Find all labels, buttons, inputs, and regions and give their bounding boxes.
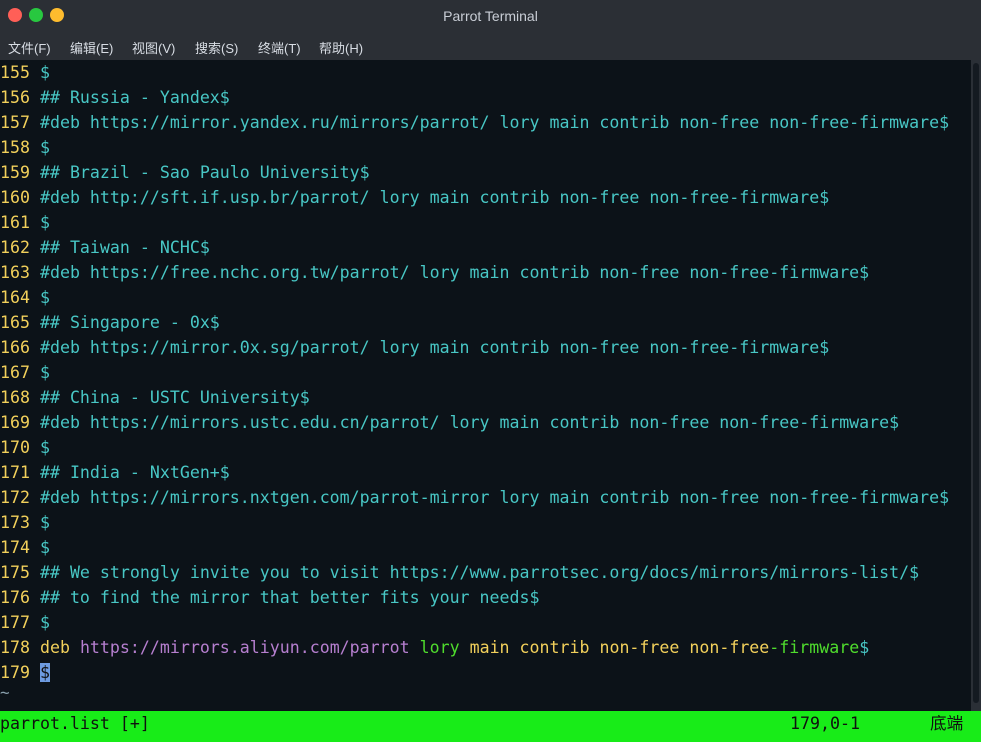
line-text: deb [39, 638, 80, 657]
terminal-line: 168 ## China - USTC University$ [0, 385, 310, 410]
vim-status-line: parrot.list [+] 179,0-1 底端 [0, 711, 981, 742]
line-text: $ [39, 363, 50, 382]
terminal-line: 177 $ [0, 610, 50, 635]
line-text: $ [39, 513, 50, 532]
menu-file[interactable]: 文件(F) [8, 38, 51, 57]
line-number: 169 [0, 413, 40, 432]
line-text [410, 638, 420, 657]
line-text: #deb https://mirrors.ustc.edu.cn/parrot/… [39, 413, 900, 432]
line-text: https://mirrors.aliyun.com/parrot [79, 638, 410, 657]
line-text: $ [39, 63, 50, 82]
line-text: $ [39, 538, 50, 557]
terminal-line: 157 #deb https://mirror.yandex.ru/mirror… [0, 110, 949, 135]
terminal-area[interactable]: ~ 155 $156 ## Russia - Yandex$ 157 #deb h… [0, 60, 971, 711]
terminal-line: 171 ## India - NxtGen+$ [0, 460, 230, 485]
terminal-line: 163 #deb https://free.nchc.org.tw/parrot… [0, 260, 869, 285]
line-text: #deb https://mirror.yandex.ru/mirrors/pa… [39, 113, 950, 132]
line-text: #deb https://mirror.0x.sg/parrot/ lory m… [39, 338, 830, 357]
terminal-line: 170 $ [0, 435, 50, 460]
menu-search[interactable]: 搜索(S) [195, 38, 238, 57]
line-number: 177 [0, 613, 40, 632]
line-text: main contrib non-free non-free [459, 638, 770, 657]
line-text: ## Taiwan - NCHC$ [39, 238, 210, 257]
terminal-line: 172 #deb https://mirrors.nxtgen.com/parr… [0, 485, 949, 510]
terminal-line: 169 #deb https://mirrors.ustc.edu.cn/par… [0, 410, 899, 435]
line-text: $ [859, 638, 870, 657]
line-number: 156 [0, 88, 40, 107]
line-number: 157 [0, 113, 40, 132]
line-number: 160 [0, 188, 40, 207]
terminal-line: 179 $ [0, 660, 50, 685]
line-text: ## Singapore - 0x$ [39, 313, 220, 332]
terminal-line: 173 $ [0, 510, 50, 535]
line-number: 166 [0, 338, 40, 357]
status-cursor-position: 179,0-1 [790, 714, 860, 733]
line-number: 158 [0, 138, 40, 157]
line-number: 163 [0, 263, 40, 282]
line-text: ## India - NxtGen+$ [39, 463, 230, 482]
line-text: $ [39, 213, 50, 232]
line-number: 174 [0, 538, 40, 557]
terminal-line: 162 ## Taiwan - NCHC$ [0, 235, 210, 260]
line-number: 167 [0, 363, 40, 382]
line-number: 161 [0, 213, 40, 232]
menu-terminal[interactable]: 终端(T) [258, 38, 301, 57]
title-bar: Parrot Terminal [0, 0, 981, 32]
line-text: #deb https://mirrors.nxtgen.com/parrot-m… [39, 488, 950, 507]
scrollbar-thumb[interactable] [973, 63, 979, 703]
line-text: -firmware [769, 638, 860, 657]
menu-help[interactable]: 帮助(H) [319, 38, 363, 57]
line-number: 155 [0, 63, 40, 82]
line-text: ## to find the mirror that better fits y… [39, 588, 540, 607]
empty-line-tilde: ~ [0, 683, 10, 702]
terminal-line: 166 #deb https://mirror.0x.sg/parrot/ lo… [0, 335, 829, 360]
line-text: $ [39, 138, 50, 157]
line-number: 173 [0, 513, 40, 532]
line-text: ## Russia - Yandex$ [39, 88, 230, 107]
terminal-line: 175 ## We strongly invite you to visit h… [0, 560, 919, 585]
scrollbar[interactable] [971, 60, 981, 711]
terminal-line: 156 ## Russia - Yandex$ [0, 85, 230, 110]
terminal-line: 165 ## Singapore - 0x$ [0, 310, 220, 335]
line-number: 168 [0, 388, 40, 407]
terminal-line: 178 deb https://mirrors.aliyun.com/parro… [0, 635, 869, 660]
line-text: lory [419, 638, 460, 657]
line-text: #deb http://sft.if.usp.br/parrot/ lory m… [39, 188, 830, 207]
terminal-line: 167 $ [0, 360, 50, 385]
line-number: 176 [0, 588, 40, 607]
line-number: 172 [0, 488, 40, 507]
terminal-line: 174 $ [0, 535, 50, 560]
menu-edit[interactable]: 编辑(E) [70, 38, 113, 57]
line-number: 179 [0, 663, 40, 682]
menu-view[interactable]: 视图(V) [132, 38, 175, 57]
terminal-line: 159 ## Brazil - Sao Paulo University$ [0, 160, 370, 185]
line-number: 162 [0, 238, 40, 257]
terminal-line: 155 $ [0, 60, 50, 85]
line-text: ## Brazil - Sao Paulo University$ [39, 163, 370, 182]
line-text: ## China - USTC University$ [39, 388, 310, 407]
line-text: #deb https://free.nchc.org.tw/parrot/ lo… [39, 263, 870, 282]
line-number: 175 [0, 563, 40, 582]
terminal-line: 158 $ [0, 135, 50, 160]
line-number: 178 [0, 638, 40, 657]
line-number: 159 [0, 163, 40, 182]
terminal-line: 164 $ [0, 285, 50, 310]
line-number: 170 [0, 438, 40, 457]
status-scroll-position: 底端 [930, 714, 964, 733]
status-filename: parrot.list [+] [0, 714, 150, 733]
line-text: $ [39, 288, 50, 307]
line-text: $ [39, 438, 50, 457]
line-number: 164 [0, 288, 40, 307]
menu-bar: 文件(F) 编辑(E) 视图(V) 搜索(S) 终端(T) 帮助(H) [0, 32, 981, 60]
line-number: 165 [0, 313, 40, 332]
text-cursor: $ [39, 663, 50, 682]
line-number: 171 [0, 463, 40, 482]
terminal-line: 160 #deb http://sft.if.usp.br/parrot/ lo… [0, 185, 829, 210]
line-text: $ [39, 613, 50, 632]
line-text: ## We strongly invite you to visit https… [39, 563, 920, 582]
terminal-line: 161 $ [0, 210, 50, 235]
terminal-line: 176 ## to find the mirror that better fi… [0, 585, 539, 610]
window-title: Parrot Terminal [443, 8, 538, 24]
